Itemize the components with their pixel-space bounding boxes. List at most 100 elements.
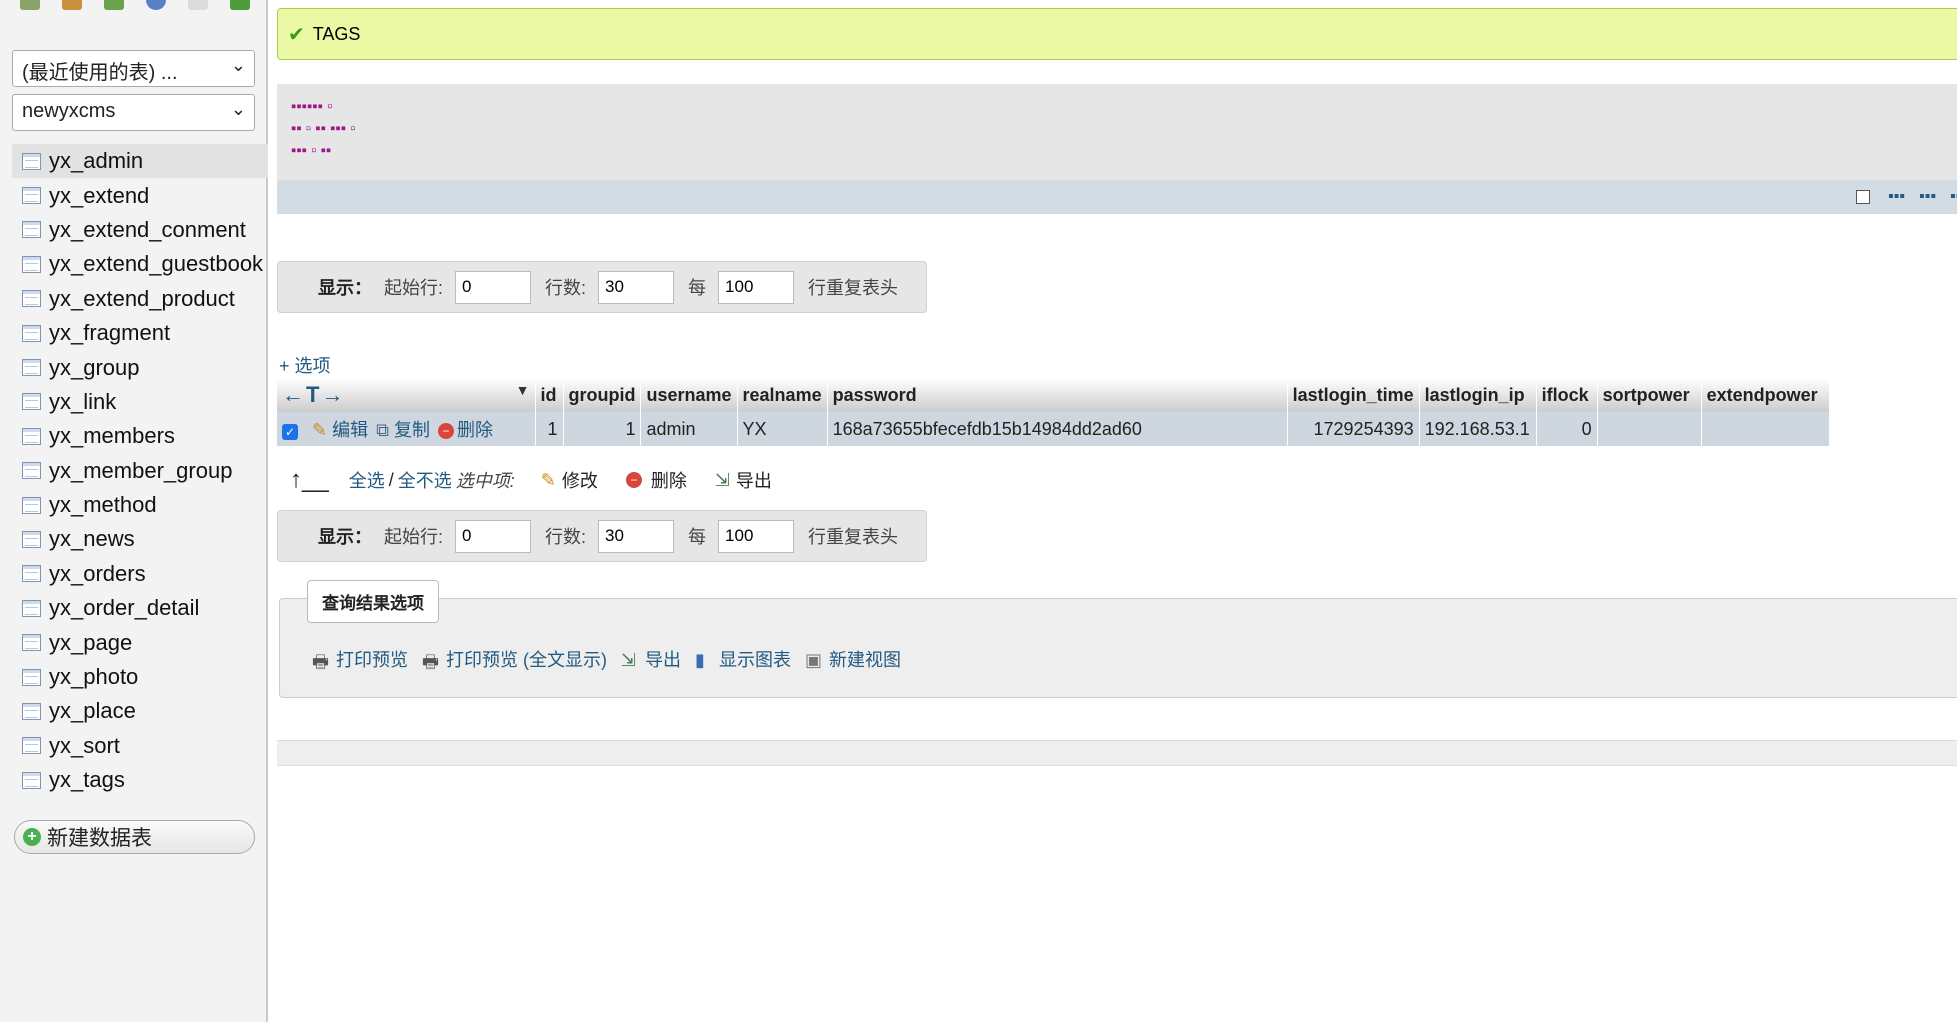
repeat-header-input[interactable] [718, 270, 795, 304]
edit-button[interactable]: ✎ 编辑 [312, 420, 368, 440]
cell-realname[interactable]: YX [737, 412, 828, 446]
add-icon: + [23, 828, 41, 846]
docs-icon[interactable] [188, 0, 208, 10]
repeat-header-label: 行重复表头 [808, 527, 899, 547]
sidebar-table-item[interactable]: yx_sort [12, 729, 268, 763]
delete-icon: − [625, 472, 642, 488]
cell-username[interactable]: admin [640, 412, 738, 446]
column-header-id[interactable]: id [535, 378, 564, 412]
cell-id[interactable]: 1 [535, 412, 564, 446]
sidebar-table-item[interactable]: yx_extend_guestbook [12, 247, 268, 281]
deselect-all-link[interactable]: 全不选 [398, 467, 452, 493]
column-header-realname[interactable]: realname [737, 378, 828, 412]
sidebar-table-label: yx_news [49, 526, 135, 552]
reload-icon[interactable] [230, 0, 250, 10]
sidebar-table-item[interactable]: yx_members [12, 419, 268, 453]
rows-input[interactable] [598, 270, 675, 304]
sidebar-table-label: yx_extend_product [49, 285, 235, 311]
exit-icon[interactable] [62, 0, 82, 10]
sidebar-table-item[interactable]: yx_place [12, 694, 268, 728]
sidebar-table-label: yx_method [49, 492, 157, 518]
options-link[interactable]: + 选项 [279, 352, 331, 378]
sidebar-table-item[interactable]: yx_news [12, 522, 268, 556]
sidebar-table-item[interactable]: yx_extend [12, 178, 268, 212]
sidebar-table-label: yx_orders [49, 560, 146, 586]
sql-icon[interactable] [104, 0, 124, 10]
column-header-extendpower[interactable]: extendpower [1701, 378, 1830, 412]
check-icon: ✔ [288, 23, 305, 46]
sidebar-table-item[interactable]: yx_link [12, 385, 268, 419]
cell-extendpower[interactable] [1701, 412, 1830, 446]
column-header-lastlogin_time[interactable]: lastlogin_time [1287, 378, 1420, 412]
select-all-link[interactable]: 全选 [349, 467, 385, 493]
sidebar-table-item[interactable]: yx_extend_conment [12, 213, 268, 247]
create-view-link[interactable]: 新建视图 [829, 646, 901, 672]
column-arrows-icon[interactable]: ←T→ [282, 382, 345, 407]
cell-groupid[interactable]: 1 [563, 412, 642, 446]
delete-row-button[interactable]: − 删除 [437, 420, 493, 440]
sidebar-table-item[interactable]: yx_group [12, 350, 268, 384]
print-preview-link[interactable]: 打印预览 [336, 646, 408, 672]
sql-toolbar-link[interactable]: ▪▪▪ [1950, 188, 1957, 206]
sidebar-table-item[interactable]: yx_extend_product [12, 282, 268, 316]
help-icon[interactable] [146, 0, 166, 10]
sql-line: ▪▪▪▪▪▪ ▫ [291, 98, 333, 115]
rows-input[interactable] [598, 519, 675, 553]
sql-toolbar-link[interactable]: ▪▪▪ [1888, 188, 1905, 206]
home-icon[interactable] [20, 0, 40, 10]
rows-label: 行数: [545, 527, 587, 547]
sidebar-table-item[interactable]: yx_page [12, 625, 268, 659]
sidebar-table-item[interactable]: yx_order_detail [12, 591, 268, 625]
profiling-checkbox[interactable] [1855, 188, 1874, 206]
sidebar-table-label: yx_link [49, 388, 117, 414]
sort-dropdown-icon[interactable]: ▼ [516, 382, 530, 398]
column-header-lastlogin_ip[interactable]: lastlogin_ip [1419, 378, 1537, 412]
sidebar-table-label: yx_tags [49, 767, 125, 793]
repeat-header-input[interactable] [718, 519, 795, 553]
copy-icon: ⧉ [376, 420, 389, 440]
sql-toolbar: ▪▪▪ ▪▪▪ ▪▪▪ [277, 180, 1957, 214]
start-row-label: 起始行: [384, 527, 444, 547]
modify-button[interactable]: ✎ 修改 [541, 467, 598, 493]
column-header-iflock[interactable]: iflock [1536, 378, 1598, 412]
column-header-sortpower[interactable]: sortpower [1597, 378, 1702, 412]
delete-button[interactable]: − 删除 [625, 467, 687, 493]
view-icon: ▣ [805, 650, 823, 670]
column-header-groupid[interactable]: groupid [563, 378, 642, 412]
column-header-username[interactable]: username [640, 378, 738, 412]
export-link[interactable]: 导出 [645, 646, 681, 672]
sidebar-table-item[interactable]: yx_photo [12, 660, 268, 694]
recent-tables-select[interactable]: (最近使用的表) ... ⌄ [12, 50, 255, 87]
cell-lastlogin_ip[interactable]: 192.168.53.1 [1419, 412, 1537, 446]
print-preview-full-link[interactable]: 打印预览 (全文显示) [446, 646, 607, 672]
table-icon [22, 462, 41, 480]
sidebar-table-item[interactable]: yx_fragment [12, 316, 268, 350]
cell-iflock[interactable]: 0 [1536, 412, 1598, 446]
database-select[interactable]: newyxcms ⌄ [12, 94, 255, 131]
table-icon [22, 771, 41, 789]
sidebar-table-item[interactable]: yx_orders [12, 557, 268, 591]
modify-label: 修改 [561, 471, 598, 491]
start-row-input[interactable] [455, 270, 532, 304]
sidebar-table-item[interactable]: yx_admin [12, 144, 268, 179]
display-chart-link[interactable]: 显示图表 [719, 646, 791, 672]
sidebar-table-item[interactable]: yx_member_group [12, 454, 268, 488]
recent-tables-value: (最近使用的表) ... [22, 62, 178, 84]
sidebar-table-label: yx_extend_guestbook [49, 251, 264, 277]
cell-password[interactable]: 168a73655bfecefdb15b14984dd2ad60 [827, 412, 1288, 446]
new-table-label: 新建数据表 [47, 827, 152, 850]
cell-sortpower[interactable] [1597, 412, 1702, 446]
cell-lastlogin_time[interactable]: 1729254393 [1287, 412, 1420, 446]
new-table-button[interactable]: + 新建数据表 [14, 820, 255, 854]
sidebar-table-label: yx_photo [49, 664, 139, 690]
sql-toolbar-link[interactable]: ▪▪▪ [1919, 188, 1936, 206]
row-checkbox[interactable]: ✓ [282, 424, 298, 440]
export-button[interactable]: ⇲ 导出 [715, 467, 772, 493]
delete-icon: − [437, 423, 454, 440]
sidebar-table-item[interactable]: yx_tags [12, 763, 268, 797]
sidebar-table-item[interactable]: yx_method [12, 488, 268, 522]
column-header-password[interactable]: password [827, 378, 1288, 412]
copy-button[interactable]: ⧉ 复制 [376, 420, 430, 440]
table-icon [22, 290, 41, 308]
start-row-input[interactable] [455, 519, 532, 553]
